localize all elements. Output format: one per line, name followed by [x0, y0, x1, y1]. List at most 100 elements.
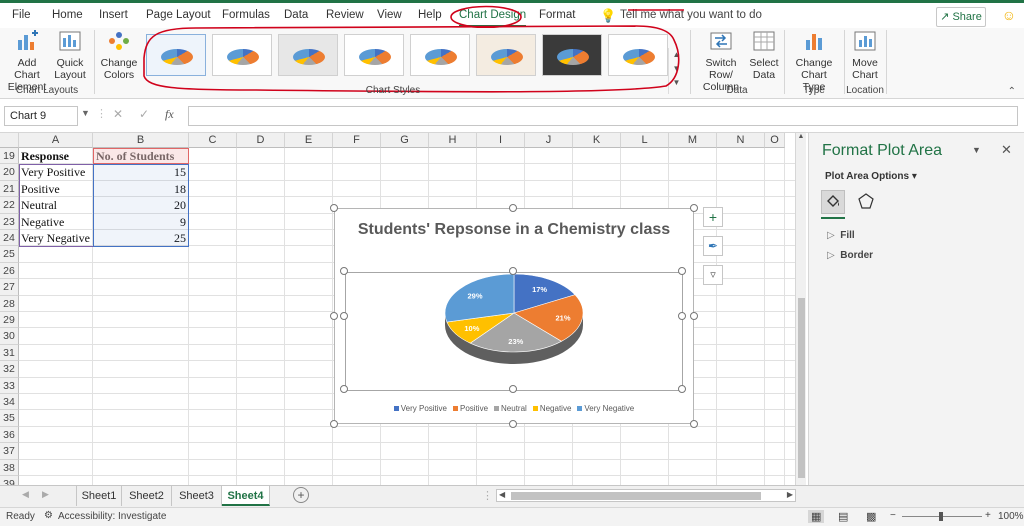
- column-header[interactable]: O: [765, 133, 785, 148]
- resize-handle[interactable]: [330, 204, 338, 212]
- prev-sheet-icon[interactable]: ◀: [22, 489, 29, 500]
- column-header[interactable]: M: [669, 133, 717, 148]
- legend-item[interactable]: Positive: [453, 404, 488, 413]
- resize-handle[interactable]: [690, 204, 698, 212]
- chart-styles-button[interactable]: ✒: [703, 236, 723, 256]
- legend-item[interactable]: Neutral: [494, 404, 527, 413]
- row-header[interactable]: 35: [0, 410, 19, 427]
- resize-handle[interactable]: [678, 385, 686, 393]
- column-header[interactable]: L: [621, 133, 669, 148]
- row-header[interactable]: 33: [0, 377, 19, 394]
- plot-area-options-menu[interactable]: Plot Area Options ▾: [825, 171, 917, 182]
- add-chart-element-button[interactable]: Add Chart Element: [4, 30, 50, 93]
- normal-view-icon[interactable]: ▦: [808, 510, 825, 523]
- row-header[interactable]: 32: [0, 361, 19, 378]
- hscroll-thumb[interactable]: [511, 492, 761, 500]
- resize-handle[interactable]: [330, 420, 338, 428]
- row-header[interactable]: 27: [0, 279, 19, 296]
- legend-item[interactable]: Negative: [532, 404, 571, 413]
- row-header[interactable]: 23: [0, 213, 19, 230]
- column-header[interactable]: G: [381, 133, 429, 148]
- horizontal-scrollbar[interactable]: ◀ ▶: [496, 489, 796, 502]
- move-chart-button[interactable]: Move Chart: [848, 30, 882, 81]
- chart-filters-button[interactable]: ▿: [703, 265, 723, 285]
- function-icon[interactable]: fx: [165, 107, 174, 122]
- resize-handle[interactable]: [509, 420, 517, 428]
- resize-handle[interactable]: [509, 385, 517, 393]
- column-header[interactable]: B: [93, 133, 189, 148]
- switch-row-column-button[interactable]: Switch Row/ Column: [694, 30, 748, 93]
- zoom-in-icon[interactable]: +: [985, 510, 991, 521]
- resize-handle[interactable]: [690, 312, 698, 320]
- page-layout-view-icon[interactable]: ▤: [838, 510, 848, 523]
- legend-item[interactable]: Very Positive: [393, 404, 447, 413]
- row-header[interactable]: 20: [0, 164, 19, 181]
- resize-handle[interactable]: [509, 267, 517, 275]
- fill-section[interactable]: ▷ Fill: [827, 230, 855, 241]
- enter-icon[interactable]: ✓: [139, 107, 149, 121]
- cell-a19[interactable]: Response: [21, 148, 69, 164]
- quick-layout-button[interactable]: Quick Layout: [52, 30, 88, 81]
- close-icon[interactable]: ✕: [1001, 142, 1012, 158]
- share-button[interactable]: ↗ Share: [936, 7, 986, 27]
- column-header[interactable]: H: [429, 133, 477, 148]
- resize-handle[interactable]: [330, 312, 338, 320]
- resize-handle[interactable]: [678, 267, 686, 275]
- next-sheet-icon[interactable]: ▶: [42, 489, 49, 500]
- sheet-tab-4[interactable]: Sheet4: [222, 486, 270, 506]
- column-header[interactable]: D: [237, 133, 285, 148]
- sheet-tab-2[interactable]: Sheet2: [122, 486, 172, 506]
- namebox-dropdown-icon[interactable]: ▼: [81, 108, 90, 118]
- column-header[interactable]: K: [573, 133, 621, 148]
- row-header[interactable]: 31: [0, 344, 19, 362]
- scroll-up-icon[interactable]: ▲: [796, 133, 806, 140]
- row-header[interactable]: 34: [0, 394, 19, 411]
- column-header[interactable]: E: [285, 133, 333, 148]
- column-header[interactable]: C: [189, 133, 237, 148]
- name-box[interactable]: Chart 9: [4, 106, 78, 126]
- column-header[interactable]: J: [525, 133, 573, 148]
- row-header[interactable]: 25: [0, 246, 19, 263]
- tab-home[interactable]: Home: [52, 9, 83, 21]
- resize-handle[interactable]: [690, 420, 698, 428]
- smiley-icon[interactable]: ☺: [1002, 7, 1016, 23]
- scroll-left-icon[interactable]: ◀: [499, 490, 505, 499]
- resize-handle[interactable]: [340, 267, 348, 275]
- row-header[interactable]: 26: [0, 262, 19, 280]
- legend-item[interactable]: Very Negative: [577, 404, 634, 413]
- accessibility-status[interactable]: Accessibility: Investigate: [58, 511, 166, 522]
- page-break-view-icon[interactable]: ▩: [866, 510, 876, 523]
- column-header[interactable]: I: [477, 133, 525, 148]
- scroll-thumb[interactable]: [798, 298, 805, 478]
- cancel-icon[interactable]: ✕: [113, 107, 123, 121]
- formula-input[interactable]: [188, 106, 1018, 126]
- column-header[interactable]: A: [19, 133, 93, 148]
- select-data-button[interactable]: Select Data: [748, 30, 780, 81]
- row-header[interactable]: 24: [0, 230, 19, 247]
- select-all-corner[interactable]: [0, 133, 19, 148]
- zoom-slider-thumb[interactable]: [939, 512, 943, 521]
- zoom-out-icon[interactable]: −: [890, 510, 896, 521]
- row-header[interactable]: 38: [0, 459, 19, 476]
- resize-handle[interactable]: [509, 204, 517, 212]
- vertical-scrollbar[interactable]: ▲: [795, 133, 806, 485]
- change-chart-type-button[interactable]: Change Chart Type: [790, 30, 838, 93]
- chart-legend[interactable]: Very Positive Positive Neutral Negative Very…: [335, 404, 693, 413]
- chart-elements-button[interactable]: +: [703, 207, 723, 227]
- add-sheet-icon[interactable]: +: [293, 487, 309, 503]
- row-header[interactable]: 36: [0, 426, 19, 444]
- tab-insert[interactable]: Insert: [99, 9, 128, 21]
- border-section[interactable]: ▷ Border: [827, 250, 873, 261]
- change-colors-button[interactable]: Change Colors: [98, 30, 140, 81]
- sheet-tab-1[interactable]: Sheet1: [76, 486, 122, 506]
- fill-line-tab[interactable]: [821, 190, 845, 214]
- resize-handle[interactable]: [678, 312, 686, 320]
- row-header[interactable]: 29: [0, 312, 19, 329]
- tab-file[interactable]: File: [12, 9, 31, 21]
- row-header[interactable]: 19: [0, 148, 19, 165]
- row-header[interactable]: 37: [0, 443, 19, 460]
- effects-tab[interactable]: [855, 190, 879, 214]
- row-header[interactable]: 30: [0, 328, 19, 345]
- row-header[interactable]: 28: [0, 295, 19, 312]
- column-header[interactable]: F: [333, 133, 381, 148]
